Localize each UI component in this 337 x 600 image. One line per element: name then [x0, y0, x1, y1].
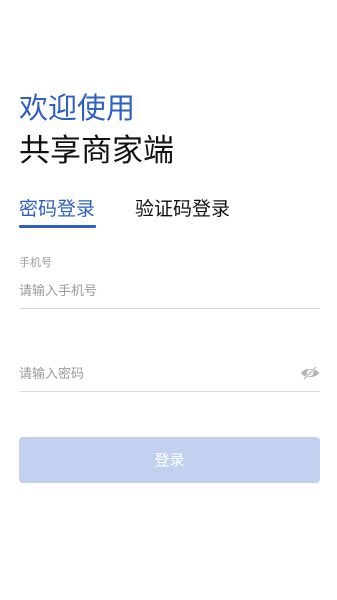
tab-code-login[interactable]: 验证码登录	[135, 195, 230, 223]
phone-input[interactable]	[19, 278, 289, 304]
password-field	[19, 361, 320, 392]
phone-field	[19, 278, 320, 309]
login-mode-tabs: 密码登录 验证码登录	[19, 195, 319, 229]
phone-field-label: 手机号	[19, 256, 52, 269]
login-button[interactable]: 登录	[19, 437, 320, 483]
password-input[interactable]	[19, 361, 289, 387]
welcome-title: 欢迎使用	[19, 91, 136, 125]
tab-password-login[interactable]: 密码登录	[19, 195, 95, 223]
active-tab-indicator	[19, 225, 96, 228]
eye-off-icon[interactable]	[300, 366, 320, 380]
app-name-title: 共享商家端	[19, 133, 174, 169]
